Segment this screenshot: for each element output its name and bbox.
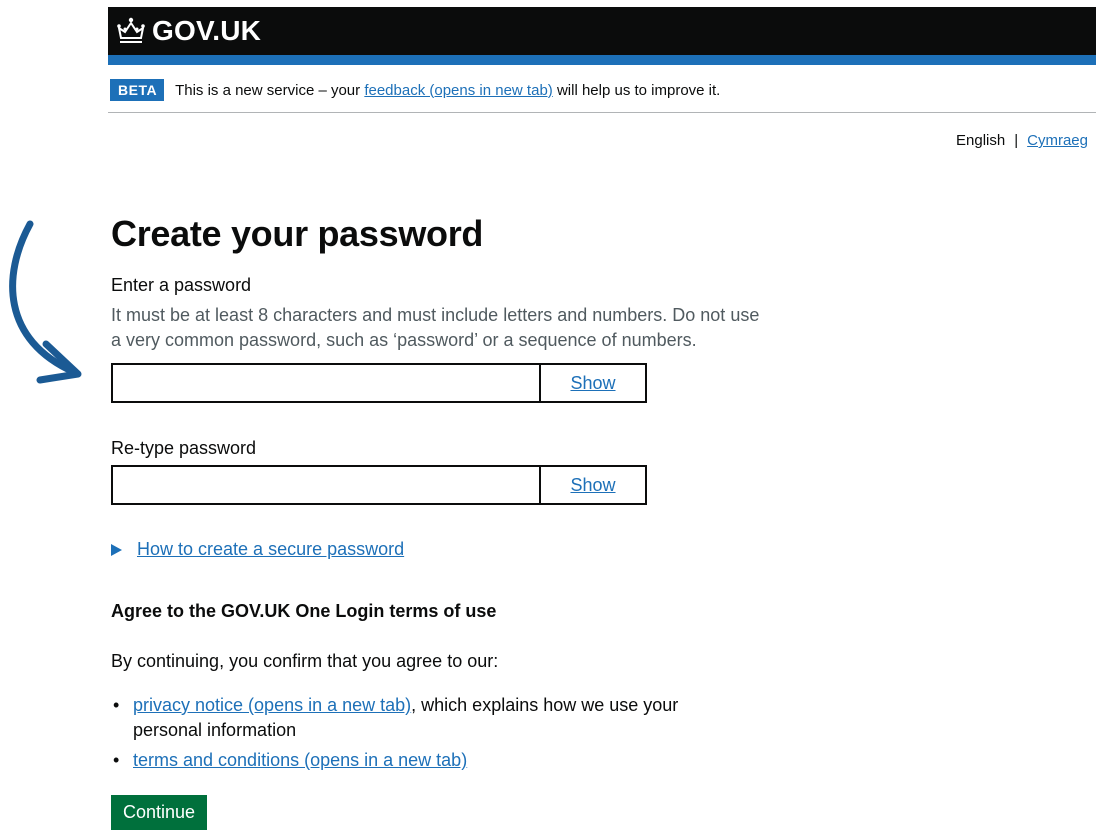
password-field-group: Show [111, 363, 647, 403]
beta-divider [108, 112, 1096, 113]
privacy-notice-link[interactable]: privacy notice (opens in a new tab) [133, 695, 411, 715]
beta-banner: BETA This is a new service – your feedba… [110, 79, 720, 101]
crown-icon [117, 17, 145, 43]
beta-text-before: This is a new service – your [175, 81, 365, 99]
triangle-right-icon [111, 543, 122, 556]
password-hint: It must be at least 8 characters and mus… [111, 305, 760, 350]
continue-button[interactable]: Continue [111, 795, 208, 830]
terms-conditions-link[interactable]: terms and conditions (opens in a new tab… [133, 750, 467, 770]
show-password-button[interactable]: Show [541, 365, 645, 401]
terms-list: privacy notice (opens in a new tab), whi… [111, 693, 731, 778]
retype-password-label: Re-type password [111, 438, 257, 458]
language-toggle: English | Cymraeg [956, 132, 1088, 149]
terms-heading: Agree to the GOV.UK One Login terms of u… [111, 601, 497, 621]
details-summary-link[interactable]: How to create a secure password [137, 539, 404, 560]
retype-password-field-group: Show [111, 465, 647, 505]
header-blue-bar [108, 55, 1096, 65]
list-item: terms and conditions (opens in a new tab… [111, 748, 731, 773]
password-input[interactable] [113, 365, 541, 401]
retype-password-input[interactable] [113, 467, 541, 503]
beta-text-after: will help us to improve it. [552, 81, 721, 99]
show-retype-password-button[interactable]: Show [541, 467, 645, 503]
feedback-link[interactable]: feedback (opens in new tab) [364, 82, 552, 99]
language-current: English [956, 132, 1006, 149]
govuk-header: GOV.UK [108, 7, 1096, 55]
language-cymraeg-link[interactable]: Cymraeg [1027, 132, 1088, 149]
curved-arrow-icon [9, 220, 82, 384]
govuk-logo[interactable]: GOV.UK [116, 13, 261, 49]
list-item: privacy notice (opens in a new tab), whi… [111, 693, 731, 743]
logo-text: GOV.UK [152, 15, 262, 46]
language-separator: | [1014, 132, 1019, 149]
secure-password-details[interactable]: How to create a secure password [111, 539, 404, 560]
password-label: Enter a password [111, 275, 252, 295]
terms-intro: By continuing, you confirm that you agre… [111, 651, 499, 671]
page-title: Create your password [111, 213, 484, 254]
beta-tag: BETA [110, 79, 165, 101]
